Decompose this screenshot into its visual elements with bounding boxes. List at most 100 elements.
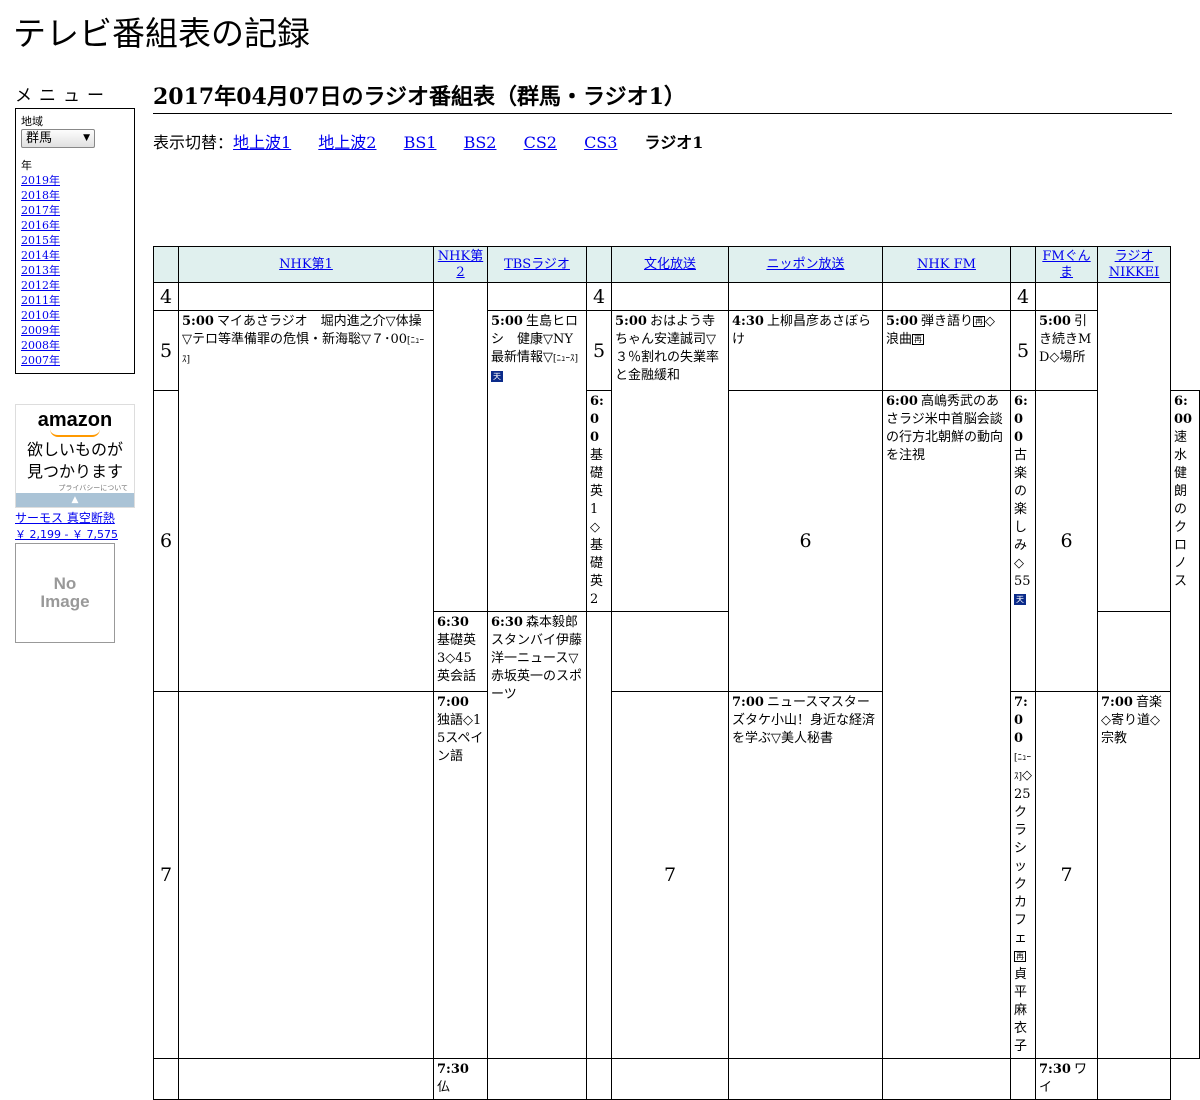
year-link-2011[interactable]: 2011年 <box>21 293 130 308</box>
rerun-mark-icon: 再 <box>912 334 925 345</box>
program-bunka-500[interactable]: 5:00 おはよう寺ちゃん安達誠司▽３％割れの失業率と金融緩和 <box>611 310 729 612</box>
station-header: NHK第2 <box>433 246 488 283</box>
program-nikkei-700[interactable]: 7:00 音楽◇寄り道◇宗教 <box>1097 691 1171 1059</box>
program-bunka-700[interactable]: 7:00 ニュースマスターズタケ小山！身近な経済を学ぶ▽美人秘書 <box>728 691 883 1059</box>
ad-product-price[interactable]: ￥ 2,199 - ￥ 7,575 <box>15 527 135 542</box>
station-link-fmgunma[interactable]: FMぐんま <box>1042 249 1090 280</box>
schedule-row: 4 4 4 <box>153 282 1200 612</box>
program-time: 6:30 <box>491 615 523 630</box>
program-time: 7:00 <box>1101 695 1133 710</box>
amazon-ad[interactable]: amazon 欲しいものが 見つかります プライバシーについて ▲ <box>15 404 135 508</box>
hour-label: 4 <box>586 282 612 311</box>
switch-link-bs1[interactable]: BS1 <box>404 133 437 152</box>
program-tbs-500[interactable]: 5:00 生島ヒロシ 健康▽NY最新情報▽[ﾆｭｰｽ]天 <box>487 310 587 612</box>
switch-link-bs2[interactable]: BS2 <box>464 133 497 152</box>
hour-cell-empty <box>153 1058 179 1100</box>
program-title: マイあさラジオ 堀内進之介▽体操▽テロ等準備罪の危惧・新海聡▽７･00 <box>182 314 422 347</box>
program-title: 弾き語り <box>920 314 973 329</box>
program-time: 5:00 <box>615 314 647 329</box>
year-link-2013[interactable]: 2013年 <box>21 263 130 278</box>
program-tag: [ﾆｭｰｽ] <box>553 354 579 364</box>
program-cell-empty <box>1035 282 1098 311</box>
program-bunka-gap <box>586 611 612 1059</box>
program-fmgunma-730[interactable]: 7:30 ワイ <box>1035 1058 1098 1100</box>
station-link-tbs[interactable]: TBSラジオ <box>504 257 570 272</box>
year-link-2010[interactable]: 2010年 <box>21 308 130 323</box>
hour-label: 7 <box>611 691 729 1059</box>
page-title: 2017年04月07日のラジオ番組表（群馬・ラジオ1） <box>153 82 1172 114</box>
year-link-2014[interactable]: 2014年 <box>21 248 130 263</box>
program-time: 6:30 <box>437 615 469 630</box>
station-link-nhkfm[interactable]: NHK FM <box>917 257 976 272</box>
rerun-mark-icon: 再 <box>1014 951 1026 962</box>
switch-link-cs3[interactable]: CS3 <box>584 133 617 152</box>
program-nippon-600[interactable]: 6:00 高嶋秀武のあさラジ米中首脳会談の行方北朝鮮の動向を注視 <box>882 390 1011 1059</box>
year-link-2019[interactable]: 2019年 <box>21 173 130 188</box>
station-header: ニッポン放送 <box>728 246 883 283</box>
no-image-text-1: No <box>53 574 77 593</box>
program-title: 独語◇15スペイン語 <box>437 713 484 764</box>
switch-link-terrestrial-1[interactable]: 地上波1 <box>233 133 291 152</box>
station-link-nippon[interactable]: ニッポン放送 <box>766 257 844 272</box>
ad-expand-icon[interactable]: ▲ <box>16 493 134 507</box>
program-nhk2-700[interactable]: 7:00 独語◇15スペイン語 <box>433 691 488 1059</box>
switch-link-terrestrial-2[interactable]: 地上波2 <box>318 133 376 152</box>
program-nhk2-600[interactable]: 6:00 基礎英1◇基礎英2 <box>586 390 612 612</box>
region-select[interactable]: 群馬 ▼ <box>21 129 95 148</box>
station-link-bunka[interactable]: 文化放送 <box>644 257 696 272</box>
program-nhkfm-600[interactable]: 6:00 古楽の楽しみ◇55 天 <box>1010 390 1036 692</box>
ad-privacy-link[interactable]: プライバシーについて <box>16 483 134 493</box>
year-link-2008[interactable]: 2008年 <box>21 338 130 353</box>
year-label: 年 <box>21 159 32 172</box>
program-title: 基礎英1◇基礎英2 <box>590 448 604 607</box>
program-cell-empty <box>487 282 587 311</box>
program-fmgunma-500[interactable]: 5:00 引き続きMD◇場所 <box>1035 310 1098 391</box>
sidebar: メニュー 地域 群馬 ▼ 年 2019年 2018年 2017年 2016年 2… <box>15 86 135 643</box>
amazon-logo: amazon <box>37 409 113 431</box>
year-link-2016[interactable]: 2016年 <box>21 218 130 233</box>
program-cell-empty <box>728 1058 883 1100</box>
program-nhkfm-500[interactable]: 5:00 弾き語り再 ◇浪曲再 <box>882 310 1011 391</box>
program-cell-empty <box>611 282 729 311</box>
year-link-2017[interactable]: 2017年 <box>21 203 130 218</box>
program-nippon-430[interactable]: 4:30 上柳昌彦あさぼらけ <box>728 310 883 391</box>
program-cell-empty <box>882 1058 1011 1100</box>
program-cell-empty <box>1097 282 1171 612</box>
year-link-2015[interactable]: 2015年 <box>21 233 130 248</box>
year-link-2009[interactable]: 2009年 <box>21 323 130 338</box>
hour-label: 6 <box>728 390 883 692</box>
ad-product-link[interactable]: サーモス 真空断熱 <box>15 510 135 527</box>
program-cell-empty <box>611 1058 729 1100</box>
program-cell-empty <box>1097 1058 1171 1100</box>
hour-label: 5 <box>586 310 612 391</box>
hour-header <box>586 246 612 283</box>
program-time: 6:00 <box>886 394 918 409</box>
schedule-row: 7:30 仏 7:30 ワイ <box>153 1058 1200 1100</box>
program-nhk2-730[interactable]: 7:30 仏 <box>433 1058 488 1100</box>
no-image-placeholder[interactable]: No Image <box>15 543 115 643</box>
year-link-2018[interactable]: 2018年 <box>21 188 130 203</box>
program-title: 古楽の楽しみ◇55 <box>1014 448 1031 589</box>
program-tbs-630[interactable]: 6:30 森本毅郎スタンバイ伊藤洋一ニュース▽赤坂英一のスポーツ <box>487 611 587 1059</box>
station-link-nhk1[interactable]: NHK第1 <box>279 257 333 272</box>
station-header: NHK FM <box>882 246 1011 283</box>
station-link-nikkei[interactable]: ラジオNIKKEI <box>1109 249 1160 280</box>
program-nhkfm-700[interactable]: 7:00[ﾆｭｰｽ]◇25クラシックカフェ再貞平麻衣子 <box>1010 691 1036 1059</box>
program-nhk2-630[interactable]: 6:30 基礎英3◇45英会話 <box>433 611 488 692</box>
program-cell-empty <box>728 282 883 311</box>
year-link-2007[interactable]: 2007年 <box>21 353 130 368</box>
program-time: 7:00 <box>732 695 764 710</box>
program-time: 4:30 <box>732 314 764 329</box>
hour-header <box>153 246 179 283</box>
site-title: テレビ番組表の記録 <box>13 14 310 53</box>
year-link-2012[interactable]: 2012年 <box>21 278 130 293</box>
program-time: 7:00 <box>1014 695 1028 746</box>
program-nhk1-500[interactable]: 5:00 マイあさラジオ 堀内進之介▽体操▽テロ等準備罪の危惧・新海聡▽７･00[… <box>178 310 434 692</box>
program-fmgunma-600[interactable]: 6:00 速水健朗のクロノス <box>1170 390 1200 1059</box>
program-time: 5:00 <box>491 314 523 329</box>
ad-tagline-2: 見つかります <box>26 462 123 481</box>
program-title: 基礎英3◇45英会話 <box>437 633 477 684</box>
station-link-nhk2[interactable]: NHK第2 <box>438 249 483 280</box>
switch-current-radio1: ラジオ1 <box>644 133 704 152</box>
switch-link-cs2[interactable]: CS2 <box>524 133 557 152</box>
